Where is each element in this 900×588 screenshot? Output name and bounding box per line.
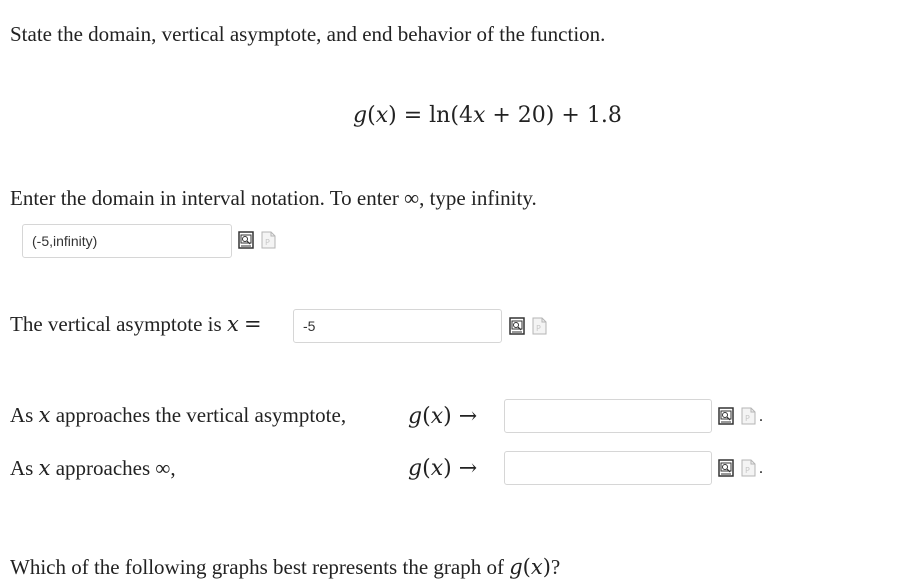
end-behavior-infinity-input[interactable]	[504, 451, 712, 485]
domain-input[interactable]: (-5,infinity)	[22, 224, 232, 258]
graph-question-var: x	[530, 555, 543, 579]
row2-fn: g	[408, 456, 423, 481]
svg-text:P: P	[265, 238, 270, 247]
row1-lhs: g(x) →	[408, 404, 478, 429]
row1-var: x	[38, 403, 51, 427]
preview-icon[interactable]	[508, 316, 526, 336]
row2-fn-var: x	[430, 456, 444, 481]
inner-const: 20	[517, 103, 546, 128]
help-icon[interactable]: P	[530, 316, 548, 336]
end-behavior-asymptote-input[interactable]	[504, 399, 712, 433]
svg-text:P: P	[745, 466, 750, 475]
row2-var: x	[38, 456, 51, 480]
row1-fn: g	[408, 404, 423, 429]
preview-icon[interactable]	[237, 230, 255, 250]
fn-var: x	[375, 103, 389, 128]
asymptote-var: x	[226, 312, 239, 336]
row1-as: As	[10, 403, 34, 427]
domain-label: Enter the domain in interval notation. T…	[10, 186, 537, 210]
end-behavior-row2-label: As x approaches ∞,	[10, 455, 176, 481]
help-icon[interactable]: P	[259, 230, 277, 250]
help-icon[interactable]: P	[739, 406, 757, 426]
help-icon[interactable]: P	[739, 458, 757, 478]
asymptote-label: The vertical asymptote is x =	[10, 311, 262, 337]
inner-var: x	[472, 103, 486, 128]
add-const: 1.8	[586, 103, 622, 128]
graph-question: Which of the following graphs best repre…	[10, 555, 561, 579]
end-behavior-row1-label: As x approaches the vertical asymptote,	[10, 402, 346, 428]
preview-icon[interactable]	[717, 406, 735, 426]
row2-arrow: →	[458, 456, 478, 481]
svg-text:P: P	[536, 324, 541, 333]
svg-text:P: P	[745, 414, 750, 423]
fn-name: g	[353, 103, 368, 128]
graph-question-fn: g	[509, 555, 523, 579]
function-display: g(x) = ln(4x + 20) + 1.8	[353, 103, 622, 128]
row2-approaches: approaches ∞,	[55, 456, 176, 480]
row1-fn-var: x	[430, 404, 444, 429]
graph-question-end: ?	[550, 555, 561, 579]
graph-question-text: Which of the following graphs best repre…	[10, 555, 504, 579]
row2-as: As	[10, 456, 34, 480]
asymptote-label-prefix: The vertical asymptote is	[10, 312, 222, 336]
row1-approaches: approaches the vertical asymptote,	[55, 403, 347, 427]
row2-period: .	[759, 460, 763, 477]
row1-period: .	[759, 408, 763, 425]
asymptote-equals: =	[244, 312, 262, 336]
inner-coef: 4	[458, 103, 473, 128]
row1-arrow: →	[458, 404, 478, 429]
question-prompt: State the domain, vertical asymptote, an…	[10, 22, 606, 46]
ln-text: ln	[429, 103, 451, 128]
asymptote-input[interactable]: -5	[293, 309, 502, 343]
preview-icon[interactable]	[717, 458, 735, 478]
row2-lhs: g(x) →	[408, 456, 478, 481]
